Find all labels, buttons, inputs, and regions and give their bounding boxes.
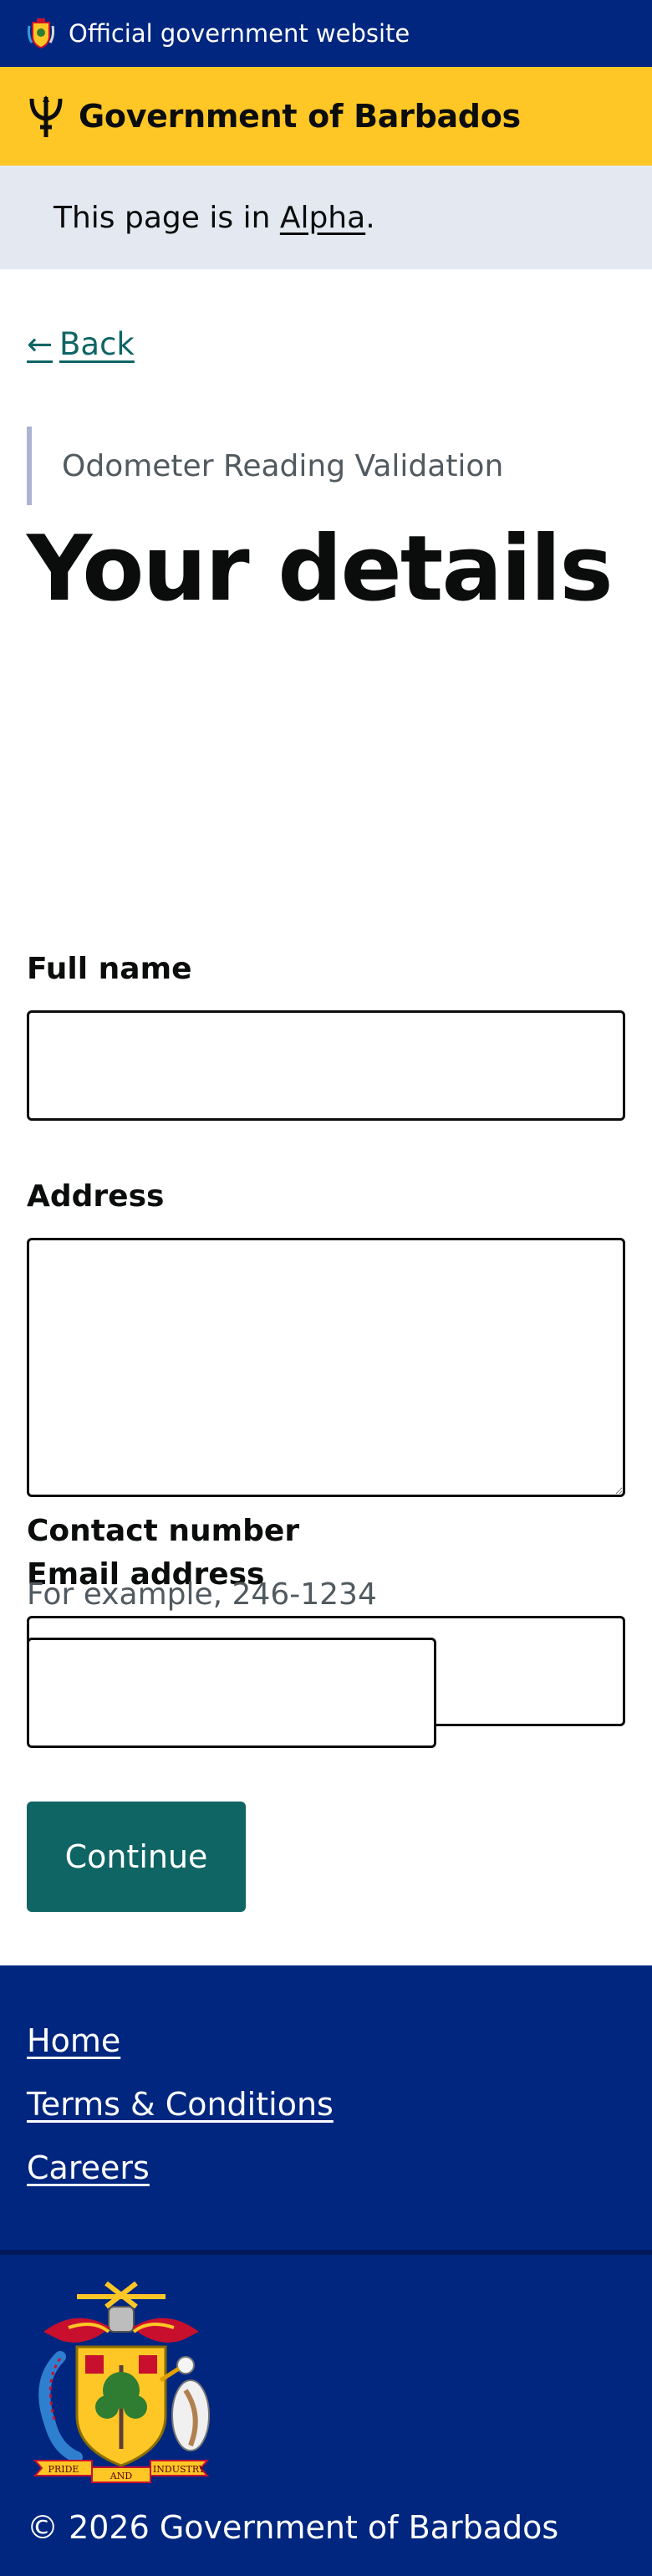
motto-left: PRIDE <box>48 2464 79 2475</box>
address-textarea[interactable] <box>27 1238 625 1497</box>
official-banner: Official government website <box>0 0 652 67</box>
full-name-label: Full name <box>27 952 192 986</box>
service-caption: Odometer Reading Validation <box>27 427 503 505</box>
phase-suffix: . <box>365 200 375 235</box>
full-name-input[interactable] <box>27 1010 625 1121</box>
coat-of-arms-icon: PRIDE AND INDUSTRY <box>33 2282 210 2483</box>
motto-right: INDUSTRY <box>153 2464 206 2475</box>
phase-link[interactable]: Alpha <box>280 201 365 235</box>
site-title[interactable]: Government of Barbados <box>79 98 521 135</box>
continue-button[interactable]: Continue <box>27 1802 246 1912</box>
copyright-text: © 2026 Government of Barbados <box>27 2509 559 2546</box>
phase-prefix: This page is in <box>53 200 280 235</box>
address-label: Address <box>27 1179 165 1214</box>
official-banner-text: Official government website <box>69 19 410 48</box>
back-arrow-icon: ← <box>27 326 53 362</box>
footer-link-terms[interactable]: Terms & Conditions <box>27 2084 334 2124</box>
phase-banner: This page is in Alpha . <box>0 166 652 269</box>
footer-divider <box>0 2250 652 2255</box>
motto-middle: AND <box>110 2471 133 2481</box>
footer-links: Home Terms & Conditions Careers <box>27 2021 334 2211</box>
site-footer: Home Terms & Conditions Careers PRIDE AN… <box>0 1965 652 2576</box>
contact-input[interactable] <box>27 1638 436 1748</box>
coat-of-arms-icon <box>27 18 55 49</box>
back-label: Back <box>59 326 135 362</box>
site-header: Government of Barbados <box>0 67 652 166</box>
trident-icon[interactable] <box>27 94 65 139</box>
contact-label: Contact number <box>27 1514 300 1548</box>
footer-link-careers[interactable]: Careers <box>27 2148 334 2188</box>
footer-link-home[interactable]: Home <box>27 2021 334 2061</box>
back-link[interactable]: ← Back <box>27 326 135 362</box>
contact-hint: For example, 246-1234 <box>27 1577 377 1612</box>
page-title: Your details <box>27 517 614 621</box>
